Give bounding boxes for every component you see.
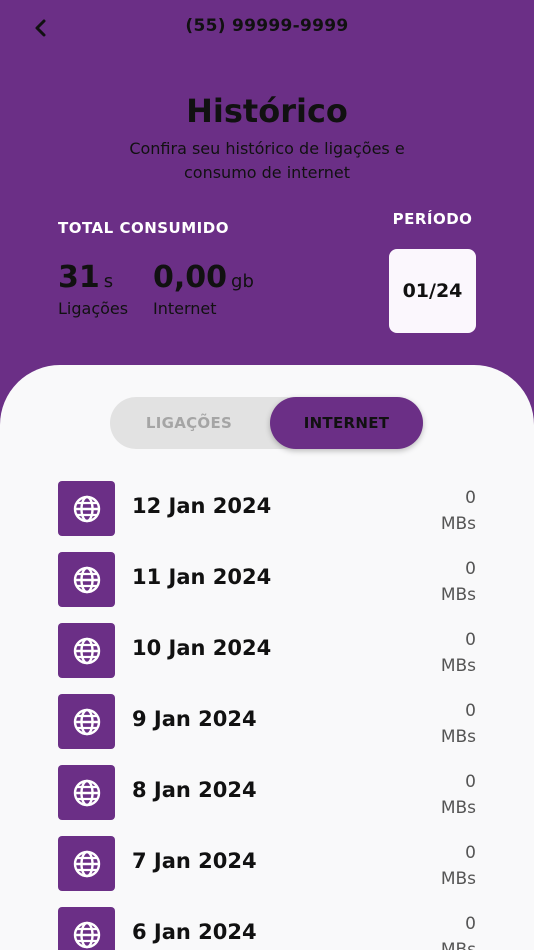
top-bar: (55) 99999-9999 [0,0,534,58]
globe-icon [58,552,115,607]
entry-value: 0 [465,772,476,792]
entry-date: 8 Jan 2024 [132,778,257,802]
history-type-toggle: LIGAÇÕES INTERNET [110,397,423,449]
list-item[interactable]: 8 Jan 2024 0 MBs [0,765,534,836]
entry-value: 0 [465,701,476,721]
page-title: Histórico [186,92,348,130]
calls-unit: s [103,271,114,292]
entry-value: 0 [465,488,476,508]
globe-icon [58,836,115,891]
entry-value: 0 [465,843,476,863]
period-selector[interactable]: 01/24 [389,249,476,333]
entry-date: 9 Jan 2024 [132,707,257,731]
list-item[interactable]: 7 Jan 2024 0 MBs [0,836,534,907]
entry-usage: 0 MBs [441,485,476,537]
page-subtitle: Confira seu histórico de ligações e cons… [129,139,405,182]
globe-icon [58,765,115,820]
entry-unit: MBs [440,585,476,605]
entry-date: 10 Jan 2024 [132,636,272,660]
entry-usage: 0 MBs [441,840,476,892]
entry-value: 0 [465,630,476,650]
calls-stat: 31 s Ligações [58,260,128,318]
entry-date: 12 Jan 2024 [132,494,272,518]
total-consumed-label: TOTAL CONSUMIDO [58,219,229,237]
entry-usage: 0 MBs [441,627,476,679]
list-item[interactable]: 11 Jan 2024 0 MBs [0,552,534,623]
entry-unit: MBs [440,798,476,818]
list-item[interactable]: 12 Jan 2024 0 MBs [0,481,534,552]
globe-icon [58,907,115,950]
calls-caption: Ligações [58,299,129,318]
entry-usage: 0 MBs [441,911,476,950]
internet-value: 0,00 [153,260,228,295]
entry-unit: MBs [440,727,476,747]
calls-value: 31 [58,260,100,295]
entry-usage: 0 MBs [441,556,476,608]
entry-unit: MBs [440,656,476,676]
entry-date: 6 Jan 2024 [132,920,257,944]
entry-unit: MBs [440,514,476,534]
internet-caption: Internet [153,299,217,318]
list-item[interactable]: 10 Jan 2024 0 MBs [0,623,534,694]
phone-number: (55) 99999-9999 [185,16,349,36]
globe-icon [58,623,115,678]
entry-value: 0 [465,559,476,579]
entry-usage: 0 MBs [441,769,476,821]
history-list: 12 Jan 2024 0 MBs 11 Jan 2024 0 MBs 10 Jan 202… [0,481,534,950]
entry-date: 11 Jan 2024 [132,565,272,589]
globe-icon [58,694,115,749]
entry-date: 7 Jan 2024 [132,849,257,873]
list-item[interactable]: 9 Jan 2024 0 MBs [0,694,534,765]
tab-internet[interactable]: INTERNET [270,397,423,449]
period-label: PERÍODO [392,210,473,228]
entry-unit: MBs [440,940,476,950]
entry-usage: 0 MBs [441,698,476,750]
internet-stat: 0,00 gb Internet [153,260,254,318]
globe-icon [58,481,115,536]
internet-unit: gb [231,271,254,292]
tab-calls[interactable]: LIGAÇÕES [110,397,268,449]
list-item[interactable]: 6 Jan 2024 0 MBs [0,907,534,950]
entry-value: 0 [465,914,476,934]
entry-unit: MBs [440,869,476,889]
